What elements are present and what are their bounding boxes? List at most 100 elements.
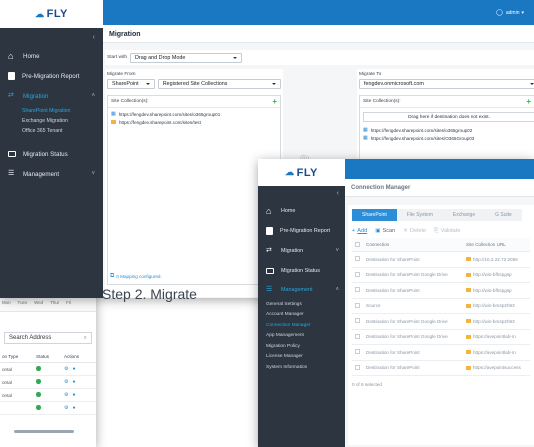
site-url: https://avepointlab-m (473, 334, 516, 340)
tab-file-system[interactable]: File System (396, 209, 443, 221)
table-row[interactable]: Destination for SharePoint https://avepoi… (352, 345, 530, 361)
gear-icon[interactable]: ⚙ (64, 379, 68, 385)
sidebar-subitem-sharepoint-migration[interactable]: SharePoint Migration (0, 106, 103, 116)
table-row[interactable]: Destination for SharePoint https://avepoi… (352, 361, 530, 376)
start-with-label: Start with (107, 55, 127, 60)
site-icon: ▦ (363, 127, 368, 133)
day-label: Wed (34, 300, 44, 305)
view-icon[interactable]: ● (72, 366, 75, 372)
sidebar-subitem-general-settings[interactable]: General Settings (258, 299, 345, 310)
sidebar-item-pre-migration-report[interactable]: Pre-Migration Report (258, 221, 345, 241)
row-checkbox[interactable] (355, 318, 360, 324)
collapse-chevron-icon[interactable]: ‹ (0, 28, 103, 46)
table-row[interactable]: Destination for SharePoint Google Drive h… (352, 268, 530, 283)
row-checkbox[interactable] (355, 256, 360, 262)
list-item[interactable]: https://fengdev.sharepoint.com/sites/tes… (108, 118, 280, 126)
table-row[interactable]: Destination for SharePoint http://win-bfh… (352, 283, 530, 299)
sidebar-subitem-app-management[interactable]: App Management (258, 331, 345, 342)
sidebar-subitem-office-365-tenant[interactable]: Office 365 Tenant (0, 126, 103, 136)
connection-name: Destination for SharePoint (366, 349, 420, 355)
validate-button[interactable]: ⎘ Validate (434, 228, 460, 235)
mapping-text: 0 Mapping configured. (116, 274, 162, 279)
select-all-checkbox[interactable] (355, 241, 360, 247)
table-row[interactable]: ontal ⚙ ● (0, 363, 96, 376)
user-menu[interactable]: admin (506, 10, 520, 16)
tab-sharepoint[interactable]: SharePoint (352, 209, 397, 221)
folder-icon (466, 365, 471, 370)
add-button[interactable]: + Add (352, 228, 367, 234)
folder-icon (466, 303, 471, 308)
sidebar-item-home[interactable]: ⌂ Home (0, 46, 103, 66)
cloud-logo-icon: ☁ (285, 167, 295, 177)
connection-sidebar: ☁ FLY ‹ ⌂ Home Pre-Migration Report ⇄ Mi… (258, 159, 345, 447)
sidebar-item-migration[interactable]: ⇄ Migration ˄ (0, 86, 103, 106)
delete-label: Delete (409, 228, 427, 234)
start-with-select[interactable]: Drag and Drop Mode (130, 52, 242, 63)
sidebar-item-migration-status[interactable]: Migration Status (0, 144, 103, 164)
site-icon: ▦ (363, 135, 368, 141)
row-checkbox[interactable] (355, 287, 360, 293)
view-icon[interactable]: ● (72, 379, 75, 385)
row-checkbox[interactable] (355, 271, 360, 277)
table-row[interactable]: Source http://win-bm4p2h93 (352, 299, 530, 314)
scrollbar[interactable] (14, 430, 74, 433)
sidebar-subitem-connection-manager[interactable]: Connection Manager (258, 320, 345, 331)
add-icon[interactable]: + (526, 98, 531, 106)
sidebar-subitem-system-information[interactable]: System Information (258, 362, 345, 373)
mapping-link[interactable]: ⧉ 0 Mapping configured. (110, 273, 162, 280)
sidebar-item-label: Management (23, 170, 60, 178)
destination-tenant-select[interactable]: fengdev.onmicrosoft.com (359, 79, 534, 89)
gear-icon[interactable]: ⚙ (64, 366, 68, 372)
sidebar-item-management[interactable]: ☰ Management ˄ (258, 281, 345, 299)
sidebar-subitem-exchange-migration[interactable]: Exchange Migration (0, 116, 103, 126)
scan-button[interactable]: ▣ Scan (375, 228, 395, 234)
sidebar-item-migration[interactable]: ⇄ Migration ˅ (258, 241, 345, 261)
site-collections-label: Site Collection(s): (363, 99, 401, 104)
chevron-up-icon: ˄ (91, 93, 95, 99)
add-icon[interactable]: + (272, 98, 277, 106)
drop-zone[interactable]: Drag here if destination does not exist. (363, 112, 534, 122)
row-checkbox[interactable] (355, 349, 360, 355)
sidebar-item-pre-migration-report[interactable]: Pre-Migration Report (0, 66, 103, 86)
source-platform-select[interactable]: SharePoint (107, 79, 155, 89)
view-icon[interactable]: ● (72, 405, 75, 411)
page-title: Migration (103, 25, 534, 43)
list-item[interactable]: ▦ https://fengdev.sharepoint.com/sites/o3… (360, 126, 534, 134)
report-icon (8, 72, 15, 80)
sidebar-subitem-migration-policy[interactable]: Migration Policy (258, 341, 345, 352)
status-ok-icon (36, 366, 41, 371)
row-checkbox[interactable] (355, 364, 360, 370)
gear-icon[interactable]: ⚙ (64, 392, 68, 398)
source-scope-value: Registered Site Collections (162, 81, 228, 87)
delete-button[interactable]: ✕ Delete (403, 228, 426, 234)
table-row[interactable]: Destination for SharePoint Google Drive h… (352, 314, 530, 330)
tab-exchange[interactable]: Exchange (442, 209, 486, 221)
chevron-down-icon (145, 83, 150, 85)
connection-name: Destination for SharePoint (366, 365, 420, 371)
table-row[interactable]: ontal ⚙ ● (0, 376, 96, 389)
table-row[interactable]: ontal ⚙ ● (0, 389, 96, 402)
search-address-input[interactable]: Search Address ⌕ (4, 332, 92, 344)
table-row[interactable]: Destination for SharePoint http://10.2.22… (352, 252, 530, 268)
list-item[interactable]: ▦ https://fengdev.sharepoint.com/sites/O3… (360, 134, 534, 142)
sidebar-item-migration-status[interactable]: Migration Status (258, 261, 345, 281)
site-url: https://fengdev.sharepoint.com/sites/o36… (370, 127, 473, 133)
row-checkbox[interactable] (355, 302, 360, 308)
table-row[interactable]: Destination for SharePoint Google Drive h… (352, 330, 530, 345)
table-row[interactable]: ⚙ ● (0, 402, 96, 415)
sidebar-item-home[interactable]: ⌂ Home (258, 201, 345, 221)
connection-rows: Destination for SharePoint http://10.2.22… (352, 252, 530, 376)
folder-icon (466, 350, 471, 355)
sidebar-item-management[interactable]: ☰ Management ˅ (0, 164, 103, 184)
source-scope-select[interactable]: Registered Site Collections (157, 79, 281, 89)
sidebar-subitem-account-manager[interactable]: Account Manager (258, 310, 345, 321)
day-label: Thur (50, 300, 60, 305)
sidebar-subitem-license-manager[interactable]: License Manager (258, 352, 345, 363)
view-icon[interactable]: ● (72, 392, 75, 398)
folder-icon (466, 334, 471, 339)
row-checkbox[interactable] (355, 333, 360, 339)
list-item[interactable]: ▦ https://fengdev.sharepoint.com/sites/o3… (108, 110, 280, 118)
collapse-chevron-icon[interactable]: ‹ (258, 186, 345, 201)
gear-icon[interactable]: ⚙ (64, 405, 68, 411)
tab-g-suite[interactable]: G Suite (485, 209, 522, 221)
